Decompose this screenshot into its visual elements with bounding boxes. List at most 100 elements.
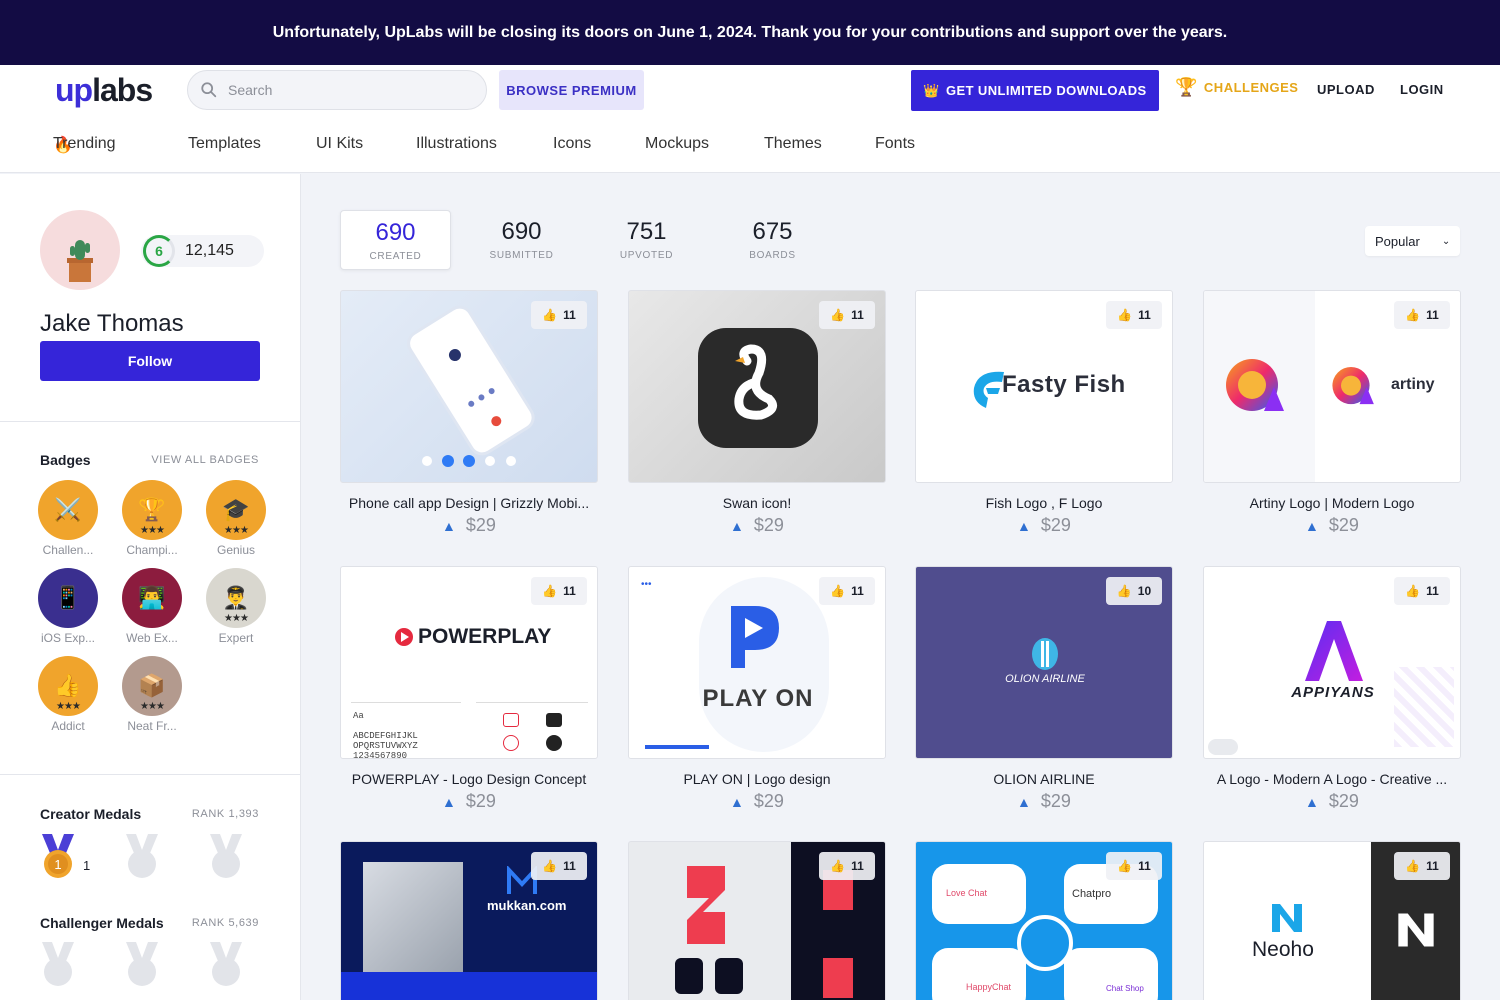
shot-card[interactable]: artiny 👍 11 Artiny Logo | Modern Logo ▲ $2… [1203, 290, 1461, 536]
challenger-medals-title: Challenger Medals [40, 915, 164, 931]
like-count[interactable]: 👍 11 [819, 577, 875, 605]
shot-title[interactable]: PLAY ON | Logo design [628, 771, 886, 787]
shot-title[interactable]: A Logo - Modern A Logo - Creative ... [1203, 771, 1461, 787]
shot-title[interactable]: Artiny Logo | Modern Logo [1203, 495, 1461, 511]
badge-neat-freak[interactable]: 📦 ★★★ Neat Fr... [120, 656, 184, 733]
nav-mockups[interactable]: Mockups [645, 135, 709, 153]
sort-select[interactable]: Popular ⌄ [1365, 226, 1460, 256]
center-icon [1017, 915, 1073, 971]
shot-card[interactable]: Love Chat Chatpro HappyChat Chat Shop 👍 1… [915, 841, 1173, 1000]
gold-medal-icon: 1 [42, 834, 74, 878]
badge-ios-expert[interactable]: 📱 iOS Exp... [36, 568, 100, 645]
like-count[interactable]: 👍 11 [531, 577, 587, 605]
stat-upvoted-tab[interactable]: 751 UPVOTED [591, 210, 702, 270]
search-input[interactable] [228, 82, 468, 98]
trophy-badge-icon: 🏆 ★★★ [122, 480, 182, 540]
shot-thumbnail[interactable]: OLION AIRLINE 👍 10 [915, 566, 1173, 759]
like-count[interactable]: 👍 11 [1394, 852, 1450, 880]
shot-price: ▲ $29 [442, 791, 496, 811]
view-all-badges-link[interactable]: VIEW ALL BADGES [151, 454, 259, 466]
shot-thumbnail[interactable]: 👍 11 [340, 290, 598, 483]
badge-genius[interactable]: 🎓 ★★★ Genius [204, 480, 268, 557]
like-count[interactable]: 👍 11 [1394, 301, 1450, 329]
stat-created-tab[interactable]: 690 CREATED [340, 210, 451, 270]
get-unlimited-downloads-button[interactable]: 👑 GET UNLIMITED DOWNLOADS [911, 70, 1159, 111]
follow-button[interactable]: Follow [40, 341, 260, 381]
like-count[interactable]: 👍 11 [1106, 301, 1162, 329]
shot-thumbnail[interactable]: mukkan.com 👍 11 [340, 841, 598, 1000]
shot-thumbnail[interactable]: PLAY ON ••• 👍 11 [628, 566, 886, 759]
stat-boards-tab[interactable]: 675 BOARDS [717, 210, 828, 270]
shot-thumbnail[interactable]: Neoho 👍 11 [1203, 841, 1461, 1000]
challenges-link[interactable]: 🏆 CHALLENGES [1175, 77, 1298, 98]
shot-thumbnail[interactable]: Fasty Fish 👍 11 [915, 290, 1173, 483]
thumbs-up-icon: 👍 [830, 308, 846, 322]
like-count[interactable]: 👍 11 [819, 301, 875, 329]
nav-ui-kits[interactable]: UI Kits [316, 135, 363, 153]
badge-expert[interactable]: 👨‍✈️ ★★★ Expert [204, 568, 268, 645]
nav-illustrations[interactable]: Illustrations [416, 135, 497, 153]
chat-shop-logo: Chat Shop [1106, 984, 1144, 993]
s-app-icon [715, 958, 743, 994]
neoho-logo-mark [1272, 904, 1302, 932]
shot-card[interactable]: OLION AIRLINE 👍 10 OLION AIRLINE ▲ $29 [915, 566, 1173, 812]
like-count[interactable]: 👍 10 [1106, 577, 1162, 605]
robot-hand-photo [363, 862, 463, 972]
premium-icon: ▲ [730, 793, 744, 810]
like-count[interactable]: 👍 11 [531, 852, 587, 880]
shot-card[interactable]: 👍 11 Phone call app Design | Grizzly Mobi… [340, 290, 598, 536]
shot-card[interactable]: mukkan.com 👍 11 [340, 841, 598, 1000]
badge-web-expert[interactable]: 👨‍💻 Web Ex... [120, 568, 184, 645]
shot-thumbnail[interactable]: APPIYANS 👍 11 [1203, 566, 1461, 759]
shot-card[interactable]: APPIYANS 👍 11 A Logo - Modern A Logo - Cr… [1203, 566, 1461, 812]
shot-card[interactable]: 👍 11 [628, 841, 886, 1000]
shot-price: ▲ $29 [1305, 791, 1359, 811]
like-count[interactable]: 👍 11 [1394, 577, 1450, 605]
shot-title[interactable]: Fish Logo , F Logo [915, 495, 1173, 511]
main-content: 690 CREATED 690 SUBMITTED 751 UPVOTED 675 BO… [302, 174, 1500, 1000]
level-ring: 6 [143, 235, 175, 267]
shot-title[interactable]: Phone call app Design | Grizzly Mobi... [340, 495, 598, 511]
badges-title: Badges [40, 452, 91, 468]
shot-thumbnail[interactable]: POWERPLAY Aa ABCDEFGHIJKL OPQRSTUVWXYZ 123… [340, 566, 598, 759]
nav-icons[interactable]: Icons [553, 135, 591, 153]
stat-submitted-tab[interactable]: 690 SUBMITTED [466, 210, 577, 270]
browse-premium-button[interactable]: BROWSE PREMIUM [499, 70, 644, 110]
nav-templates[interactable]: Templates [188, 135, 261, 153]
thumbs-up-icon: 👍 [1405, 308, 1421, 322]
shot-card[interactable]: Fasty Fish 👍 11 Fish Logo , F Logo ▲ $29 [915, 290, 1173, 536]
category-nav: 🔥 Trending Templates UI Kits Illustration… [53, 135, 916, 154]
shot-thumbnail[interactable]: Love Chat Chatpro HappyChat Chat Shop 👍 1… [915, 841, 1173, 1000]
upload-link[interactable]: UPLOAD [1317, 82, 1375, 97]
challenger-rank: RANK 5,639 [191, 917, 259, 929]
shot-card[interactable]: PLAY ON ••• 👍 11 PLAY ON | Logo design ▲ $… [628, 566, 886, 812]
like-count[interactable]: 👍 11 [1106, 852, 1162, 880]
powerplay-wordmark: POWERPLAY [418, 625, 552, 648]
shot-title[interactable]: POWERPLAY - Logo Design Concept [340, 771, 598, 787]
badge-challenger[interactable]: ⚔️ Challen... [36, 480, 100, 557]
shot-thumbnail[interactable]: 👍 11 [628, 290, 886, 483]
like-count[interactable]: 👍 11 [531, 301, 587, 329]
badge-addict[interactable]: 👍 ★★★ Addict [36, 656, 100, 733]
thumbs-up-icon: 👍 [1405, 584, 1421, 598]
login-link[interactable]: LOGIN [1400, 82, 1444, 97]
shot-thumbnail[interactable]: 👍 11 [628, 841, 886, 1000]
uplabs-logo[interactable]: uplabs [55, 74, 153, 106]
shot-title[interactable]: Swan icon! [628, 495, 886, 511]
avatar[interactable] [40, 210, 120, 290]
play-on-logo-mark [731, 606, 779, 668]
shot-card[interactable]: POWERPLAY Aa ABCDEFGHIJKL OPQRSTUVWXYZ 123… [340, 566, 598, 812]
shot-title[interactable]: OLION AIRLINE [915, 771, 1173, 787]
artiny-logo-small [1332, 367, 1374, 405]
closing-announcement-banner: Unfortunately, UpLabs will be closing it… [0, 0, 1500, 65]
fasty-fish-wordmark: Fasty Fish [1002, 371, 1126, 398]
olion-wordmark: OLION AIRLINE [1005, 673, 1085, 685]
like-count[interactable]: 👍 11 [819, 852, 875, 880]
nav-fonts[interactable]: Fonts [875, 135, 915, 153]
badge-champion[interactable]: 🏆 ★★★ Champi... [120, 480, 184, 557]
thumbs-up-icon: 👍 [542, 308, 558, 322]
nav-themes[interactable]: Themes [764, 135, 822, 153]
shot-card[interactable]: Neoho 👍 11 [1203, 841, 1461, 1000]
shot-card[interactable]: 👍 11 Swan icon! ▲ $29 [628, 290, 886, 536]
shot-thumbnail[interactable]: artiny 👍 11 [1203, 290, 1461, 483]
